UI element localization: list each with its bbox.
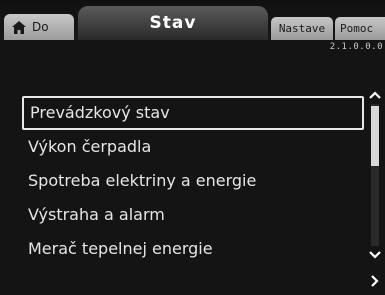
chevron-down-icon[interactable]: [368, 248, 382, 262]
menu-item-merac-tepelnej-energie[interactable]: Merač tepelnej energie: [22, 232, 364, 266]
menu-item-label: Výkon čerpadla: [28, 137, 152, 156]
tab-nastave[interactable]: Nastave: [271, 17, 333, 40]
tab-home[interactable]: Do: [4, 14, 74, 40]
tab-stav-label: Stav: [149, 13, 197, 33]
tab-pomoc[interactable]: Pomoc: [335, 17, 385, 40]
menu-item-label: Merač tepelnej energie: [28, 239, 213, 258]
menu-list: Prevádzkový stav Výkon čerpadla Spotreba…: [22, 96, 364, 266]
menu-item-label: Spotreba elektriny a energie: [28, 171, 257, 190]
tab-home-label: Do: [32, 20, 49, 34]
chevron-right-icon[interactable]: [368, 272, 382, 290]
scrollbar-thumb[interactable]: [371, 106, 379, 166]
display-screen: Do Stav Nastave Pomoc 2.1.0.0.0 Prevádzk…: [0, 0, 385, 295]
version-label: 2.1.0.0.0: [329, 42, 383, 52]
menu-item-prevadzkovy-stav[interactable]: Prevádzkový stav: [22, 96, 364, 130]
chevron-up-icon[interactable]: [368, 88, 382, 102]
tab-stav[interactable]: Stav: [78, 6, 268, 40]
home-icon: [12, 20, 26, 34]
menu-item-spotreba[interactable]: Spotreba elektriny a energie: [22, 164, 364, 198]
menu-item-label: Výstraha a alarm: [28, 205, 165, 224]
menu-item-label: Prevádzkový stav: [30, 103, 170, 122]
scrollbar[interactable]: [368, 88, 382, 264]
tab-pomoc-label: Pomoc: [340, 22, 374, 35]
menu-item-vykon-cerpadla[interactable]: Výkon čerpadla: [22, 130, 364, 164]
menu-item-vystraha-alarm[interactable]: Výstraha a alarm: [22, 198, 364, 232]
tab-nastave-label: Nastave: [278, 22, 326, 35]
tab-bar: Do Stav Nastave Pomoc: [0, 0, 385, 40]
